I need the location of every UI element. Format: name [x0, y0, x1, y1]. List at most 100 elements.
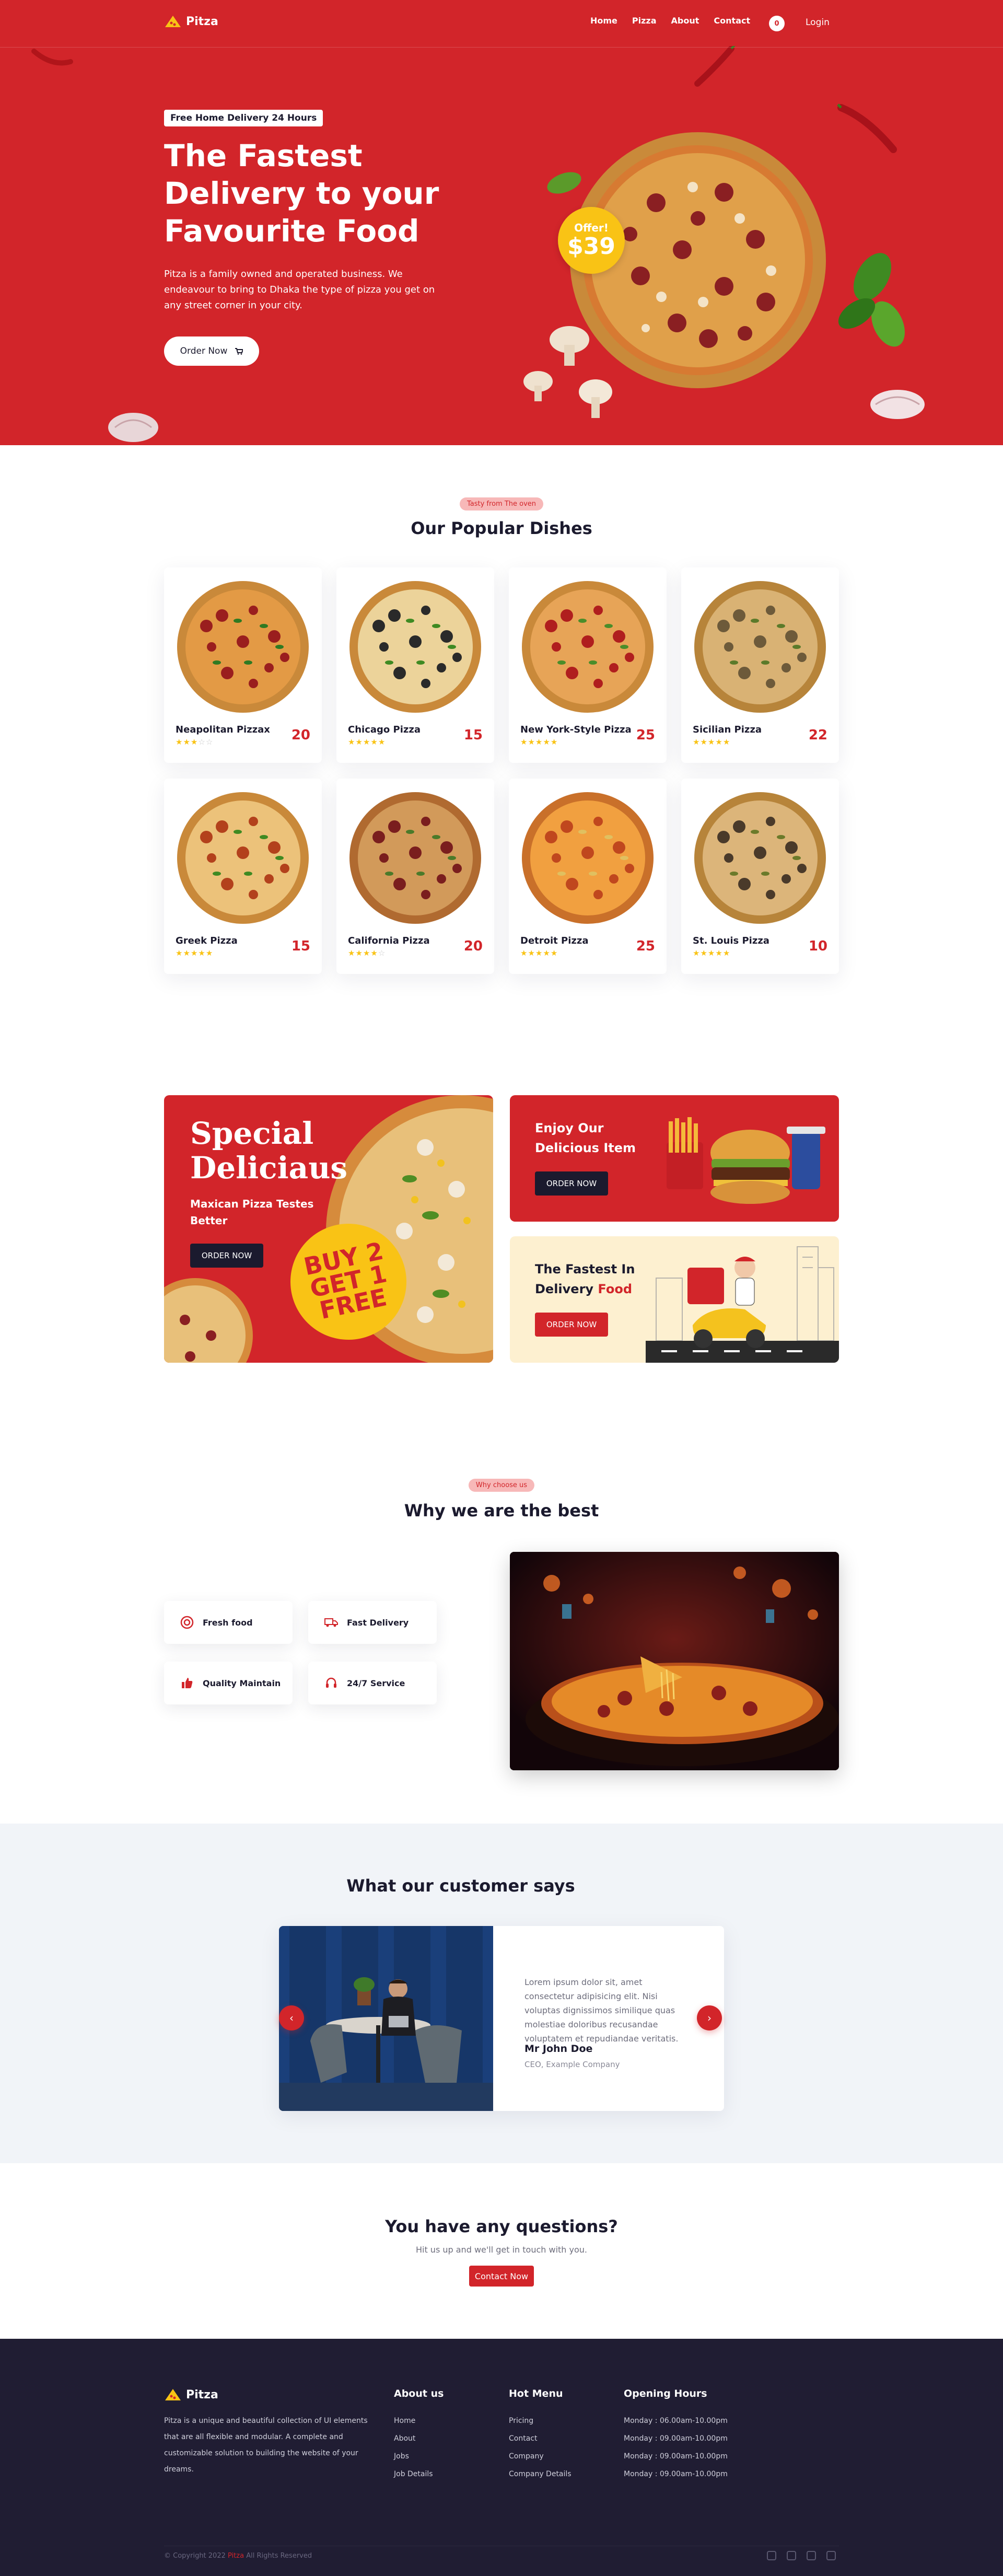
footer-brand[interactable]: Pitza: [164, 2388, 218, 2401]
order-now-button[interactable]: Order Now: [164, 336, 259, 366]
star-icon: ★: [348, 948, 356, 958]
dish-rating: ★★★★☆: [348, 948, 386, 958]
delicious-order-button[interactable]: ORDER NOW: [535, 1171, 608, 1196]
star-icon: ★: [550, 948, 558, 958]
nav-link-contact[interactable]: Contact: [714, 16, 750, 26]
dish-card[interactable]: St. Louis Pizza ★★★★★ 10: [681, 779, 839, 974]
star-icon: ★: [715, 737, 723, 747]
dish-card[interactable]: Neapolitan Pizzax ★★★☆☆ 20: [164, 567, 322, 763]
youtube-icon[interactable]: [826, 2551, 836, 2560]
feature-label: Quality Maintain: [203, 1678, 281, 1688]
dish-price: 10: [808, 938, 827, 954]
star-icon: ★: [715, 948, 723, 958]
special-promo-title: Special Deliciaus: [190, 1116, 348, 1186]
star-icon: ★: [700, 948, 708, 958]
cart-button[interactable]: 0: [769, 16, 785, 31]
delicious-item-card[interactable]: Enjoy Our Delicious Item ORDER NOW: [510, 1095, 839, 1222]
dish-pizza-image: [522, 792, 654, 924]
star-icon: ★: [370, 948, 378, 958]
dish-pizza-image: [177, 581, 309, 713]
dish-name: Chicago Pizza: [348, 724, 421, 735]
chevron-left-icon: ‹: [289, 2012, 294, 2024]
dish-price: 25: [636, 727, 655, 743]
testimonial-prev-button[interactable]: ‹: [279, 2005, 304, 2030]
star-icon: ★: [520, 737, 528, 747]
star-icon: ★: [348, 737, 356, 747]
star-icon: ★: [190, 737, 199, 747]
special-order-button[interactable]: ORDER NOW: [190, 1244, 263, 1268]
thumbs-up-icon: [180, 1676, 194, 1690]
dish-price: 20: [291, 727, 310, 743]
footer-link-home[interactable]: Home: [394, 2412, 444, 2430]
footer-col-title: About us: [394, 2388, 444, 2399]
footer-link-about[interactable]: About: [394, 2430, 444, 2447]
dish-rating: ★★★☆☆: [176, 737, 213, 747]
feature-quality: Quality Maintain: [164, 1662, 293, 1704]
dish-card[interactable]: Chicago Pizza ★★★★★ 15: [336, 567, 494, 763]
footer-col-title: Hot Menu: [509, 2388, 563, 2399]
dish-rating: ★★★★★: [693, 948, 730, 958]
star-icon: ★: [722, 948, 731, 958]
testimonial-quote: Lorem ipsum dolor sit, amet consectetur …: [524, 1977, 679, 2044]
linkedin-icon[interactable]: [807, 2551, 816, 2560]
basil-leaf-icon: [838, 253, 905, 347]
dish-card[interactable]: New York-Style Pizza ★★★★★ 25: [509, 567, 667, 763]
star-icon: ★: [535, 948, 543, 958]
dish-card[interactable]: California Pizza ★★★★☆ 20: [336, 779, 494, 974]
fast-delivery-card[interactable]: The Fastest In Delivery Food ORDER NOW: [510, 1236, 839, 1363]
delivery-scooter-image: [646, 1236, 839, 1363]
star-icon: ★: [550, 737, 558, 747]
dishes-tag: Tasty from The oven: [459, 497, 544, 510]
dish-name: Neapolitan Pizzax: [176, 724, 270, 735]
dish-price: 15: [463, 727, 483, 743]
testimonial-card: Lorem ipsum dolor sit, amet consectetur …: [279, 1926, 724, 2111]
cart-count: 0: [774, 19, 779, 28]
brand-logo[interactable]: Pitza: [164, 15, 218, 28]
star-icon: ★: [363, 948, 371, 958]
chili-decor-icon: [31, 49, 73, 66]
footer-link-job-details[interactable]: Job Details: [394, 2465, 444, 2483]
star-icon: ★: [543, 948, 551, 958]
dish-pizza-image: [349, 581, 481, 713]
dish-card[interactable]: Greek Pizza ★★★★★ 15: [164, 779, 322, 974]
dish-name: New York-Style Pizza: [520, 724, 632, 735]
star-icon: ★: [378, 737, 386, 747]
dish-name: Greek Pizza: [176, 935, 238, 946]
target-icon: [180, 1615, 194, 1630]
footer-link-pricing[interactable]: Pricing: [509, 2412, 572, 2430]
opening-hours-row: Monday : 09.00am-10.00pm: [624, 2434, 728, 2443]
dish-card[interactable]: Sicilian Pizza ★★★★★ 22: [681, 567, 839, 763]
fast-delivery-order-button[interactable]: ORDER NOW: [535, 1313, 608, 1337]
footer-link-company[interactable]: Company: [509, 2447, 572, 2465]
testimonial-next-button[interactable]: ›: [697, 2005, 722, 2030]
feature-label: Fresh food: [203, 1617, 253, 1628]
nav-link-pizza[interactable]: Pizza: [632, 16, 657, 26]
dish-rating: ★★★★★: [520, 737, 558, 747]
customer-photo: [279, 1926, 493, 2111]
twitter-icon[interactable]: [787, 2551, 796, 2560]
dish-card[interactable]: Detroit Pizza ★★★★★ 25: [509, 779, 667, 974]
delivery-badge: Free Home Delivery 24 Hours: [164, 110, 323, 126]
footer-link-contact[interactable]: Contact: [509, 2430, 572, 2447]
contact-now-button[interactable]: Contact Now: [469, 2266, 534, 2287]
questions-subtitle: Hit us up and we'll get in touch with yo…: [415, 2245, 588, 2255]
login-link[interactable]: Login: [806, 17, 830, 28]
nav-link-home[interactable]: Home: [590, 16, 617, 26]
hero-description: Pitza is a family owned and operated bus…: [164, 269, 435, 311]
garlic-decor-icon: [108, 413, 158, 442]
facebook-icon[interactable]: [767, 2551, 776, 2560]
dish-rating: ★★★★★: [348, 737, 386, 747]
dish-rating: ★★★★★: [520, 948, 558, 958]
footer-link-jobs[interactable]: Jobs: [394, 2447, 444, 2465]
chili-decor-icon: [694, 46, 736, 87]
dish-price: 25: [636, 938, 655, 954]
dish-name: California Pizza: [348, 935, 430, 946]
nav-link-about[interactable]: About: [671, 16, 699, 26]
burger-fries-image: [667, 1117, 825, 1204]
star-icon: ★: [707, 737, 716, 747]
footer-col-about: About us Home About Jobs Job Details: [394, 2388, 444, 2483]
footer-link-company-details[interactable]: Company Details: [509, 2465, 572, 2483]
dish-pizza-image: [694, 581, 826, 713]
star-icon: ★: [535, 737, 543, 747]
star-icon: ★: [198, 948, 206, 958]
